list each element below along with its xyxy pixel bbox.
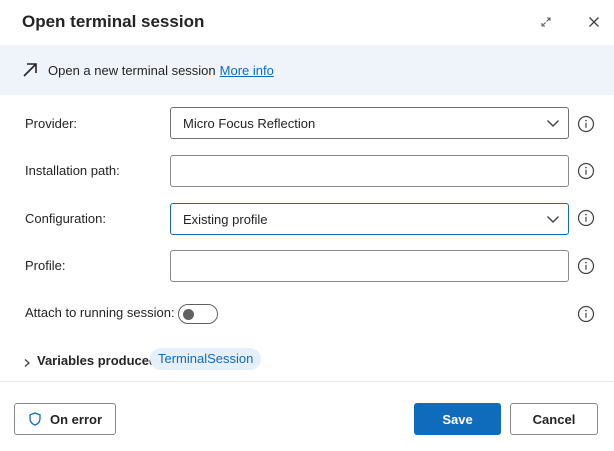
dialog-title: Open terminal session [22,12,205,31]
expand-icon[interactable] [535,11,557,33]
profile-label: Profile: [25,258,66,273]
attach-session-toggle[interactable] [178,304,218,324]
variables-produced-toggle[interactable]: Variables produced [37,353,157,368]
provider-label: Provider: [25,116,78,131]
installation-path-input[interactable] [171,156,568,186]
on-error-button[interactable]: On error [14,403,116,435]
chevron-down-icon [546,212,560,226]
dialog-header: Open terminal session [0,0,614,44]
banner-text: Open a new terminal session [48,63,216,78]
info-banner: Open a new terminal session More info [0,45,614,95]
cancel-button[interactable]: Cancel [510,403,598,435]
open-terminal-session-dialog: Open terminal session Open a new termina… [0,0,614,451]
profile-input[interactable] [171,251,568,281]
provider-dropdown[interactable]: Micro Focus Reflection [170,107,569,139]
installation-path-field[interactable] [170,155,569,187]
toggle-knob [183,309,194,320]
configuration-dropdown[interactable]: Existing profile [170,203,569,235]
variables-produced-section: Variables produced TerminalSession [0,348,614,372]
provider-info-icon[interactable] [577,115,595,133]
footer-divider [0,381,614,382]
provider-value: Micro Focus Reflection [183,116,316,131]
more-info-link[interactable]: More info [220,63,274,78]
attach-session-info-icon[interactable] [577,305,595,323]
banner-description: Open a new terminal session More info [48,63,274,78]
save-button[interactable]: Save [414,403,501,435]
configuration-label: Configuration: [25,211,106,226]
chevron-down-icon [546,116,560,130]
attach-session-label: Attach to running session: [25,305,175,320]
close-icon[interactable] [583,11,605,33]
variable-chip[interactable]: TerminalSession [150,348,262,370]
installation-path-label: Installation path: [25,163,120,178]
profile-field[interactable] [170,250,569,282]
arrow-up-right-icon [21,61,39,79]
configuration-value: Existing profile [183,212,268,227]
on-error-label: On error [49,411,102,427]
shield-icon [28,412,42,426]
configuration-info-icon[interactable] [577,209,595,227]
profile-info-icon[interactable] [577,257,595,275]
chevron-right-icon[interactable] [22,355,32,367]
installation-path-info-icon[interactable] [577,162,595,180]
